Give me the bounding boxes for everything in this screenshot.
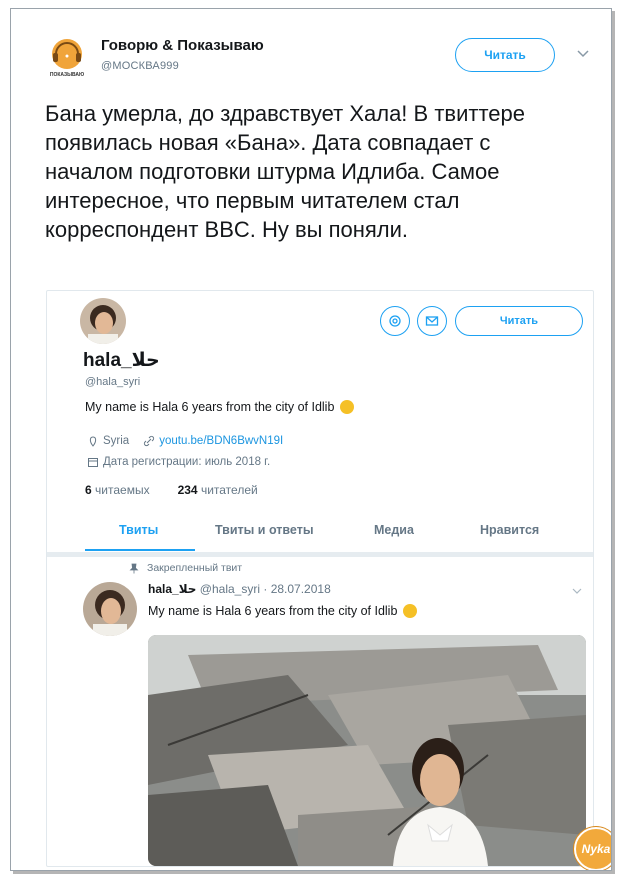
profile-tabs: Твиты Твиты и ответы Медиа Нравится: [47, 509, 593, 553]
radio-logo-icon: ● ПОКАЗЫВАЮ: [46, 39, 88, 78]
profile-name: hala_حلا: [83, 350, 160, 371]
profile-stats: 6 читаемых 234 читателей: [85, 483, 258, 497]
pinned-tweet-text: My name is Hala 6 years from the city of…: [148, 604, 418, 618]
link-icon: [144, 435, 155, 447]
tab-media[interactable]: Медиа: [374, 523, 414, 537]
profile-follow-button[interactable]: Читать: [455, 306, 583, 336]
profile-bio-text: My name is Hala 6 years from the city of…: [85, 400, 335, 414]
calendar-icon: [88, 458, 98, 467]
profile-joined: Дата регистрации: июль 2018 г.: [103, 456, 271, 468]
svg-text:●: ●: [65, 53, 69, 60]
chevron-down-icon[interactable]: [571, 584, 583, 602]
pinned-tweet-text-content: My name is Hala 6 years from the city of…: [148, 604, 398, 618]
mail-icon[interactable]: [417, 306, 447, 336]
tweet-header: hala_حلا @hala_syri · 28.07.2018: [148, 582, 331, 596]
follow-button[interactable]: Читать: [455, 38, 555, 72]
profile-bio: My name is Hala 6 years from the city of…: [85, 400, 355, 414]
profile-handle: @hala_syri: [85, 376, 141, 388]
profile-meta-location: Syria youtu.be/BDN6BwvN19I: [87, 435, 283, 447]
pinned-label-row: Закрепленный твит: [129, 562, 242, 574]
smile-emoji-icon: [340, 400, 355, 414]
tab-tweets-replies[interactable]: Твиты и ответы: [215, 523, 314, 537]
location-pin-icon: [89, 436, 97, 447]
tab-likes[interactable]: Нравится: [480, 523, 539, 537]
author-avatar[interactable]: ● ПОКАЗЫВАЮ: [44, 34, 90, 80]
followers-stat[interactable]: 234 читателей: [178, 483, 258, 497]
active-tab-indicator: [85, 549, 195, 551]
profile-meta-joined: Дата регистрации: июль 2018 г.: [87, 456, 270, 468]
smile-emoji-icon: [403, 604, 418, 618]
watermark-logo: Nyka: [574, 827, 611, 870]
profile-location: Syria: [103, 435, 130, 447]
embedded-profile-screenshot: Читать hala_حلا @hala_syri My name is Ha…: [46, 290, 594, 867]
pin-icon: [129, 563, 139, 573]
tweet-card: ● ПОКАЗЫВАЮ Говорю & Показываю @МОСКВА99…: [10, 8, 612, 871]
author-name[interactable]: Говорю & Показываю: [101, 37, 264, 54]
tweet-date[interactable]: · 28.07.2018: [263, 582, 330, 596]
chevron-down-icon[interactable]: [575, 45, 591, 61]
profile-link[interactable]: youtu.be/BDN6BwvN19I: [159, 435, 283, 447]
tab-tweets[interactable]: Твиты: [119, 523, 158, 537]
tweet-author-handle[interactable]: @hala_syri: [200, 582, 260, 596]
following-stat[interactable]: 6 читаемых: [85, 483, 150, 497]
tweet-author-name[interactable]: hala_حلا: [148, 582, 196, 596]
author-handle[interactable]: @МОСКВА999: [101, 60, 179, 72]
tweet-avatar[interactable]: [83, 582, 137, 636]
tweet-text: Бана умерла, до здравствует Хала! В твит…: [45, 101, 525, 242]
divider: [47, 553, 593, 557]
profile-avatar[interactable]: [80, 298, 126, 344]
tweet-media-image[interactable]: [148, 635, 586, 866]
gear-icon[interactable]: [380, 306, 410, 336]
pinned-label: Закрепленный твит: [147, 562, 243, 574]
svg-text:ПОКАЗЫВАЮ: ПОКАЗЫВАЮ: [50, 72, 84, 78]
